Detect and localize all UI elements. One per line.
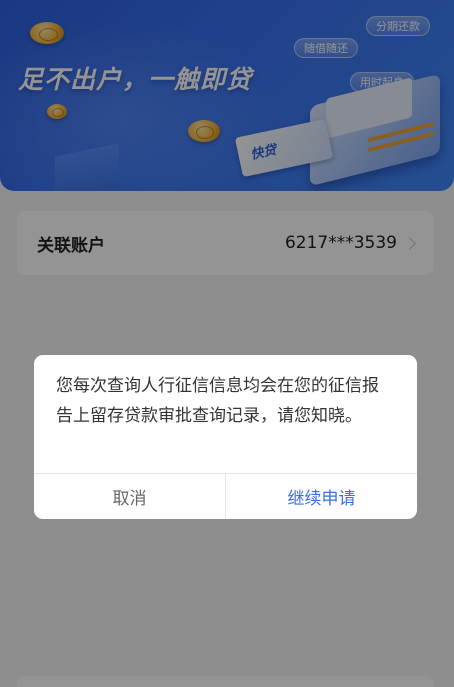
credit-check-dialog: 您每次查询人行征信信息均会在您的征信报告上留存贷款审批查询记录，请您知晓。 取消… bbox=[34, 355, 417, 519]
continue-apply-button[interactable]: 继续申请 bbox=[226, 474, 417, 519]
dialog-message: 您每次查询人行征信信息均会在您的征信报告上留存贷款审批查询记录，请您知晓。 bbox=[56, 376, 379, 426]
cancel-button[interactable]: 取消 bbox=[34, 474, 226, 519]
modal-overlay[interactable] bbox=[0, 0, 454, 687]
dialog-actions: 取消 继续申请 bbox=[34, 473, 417, 519]
